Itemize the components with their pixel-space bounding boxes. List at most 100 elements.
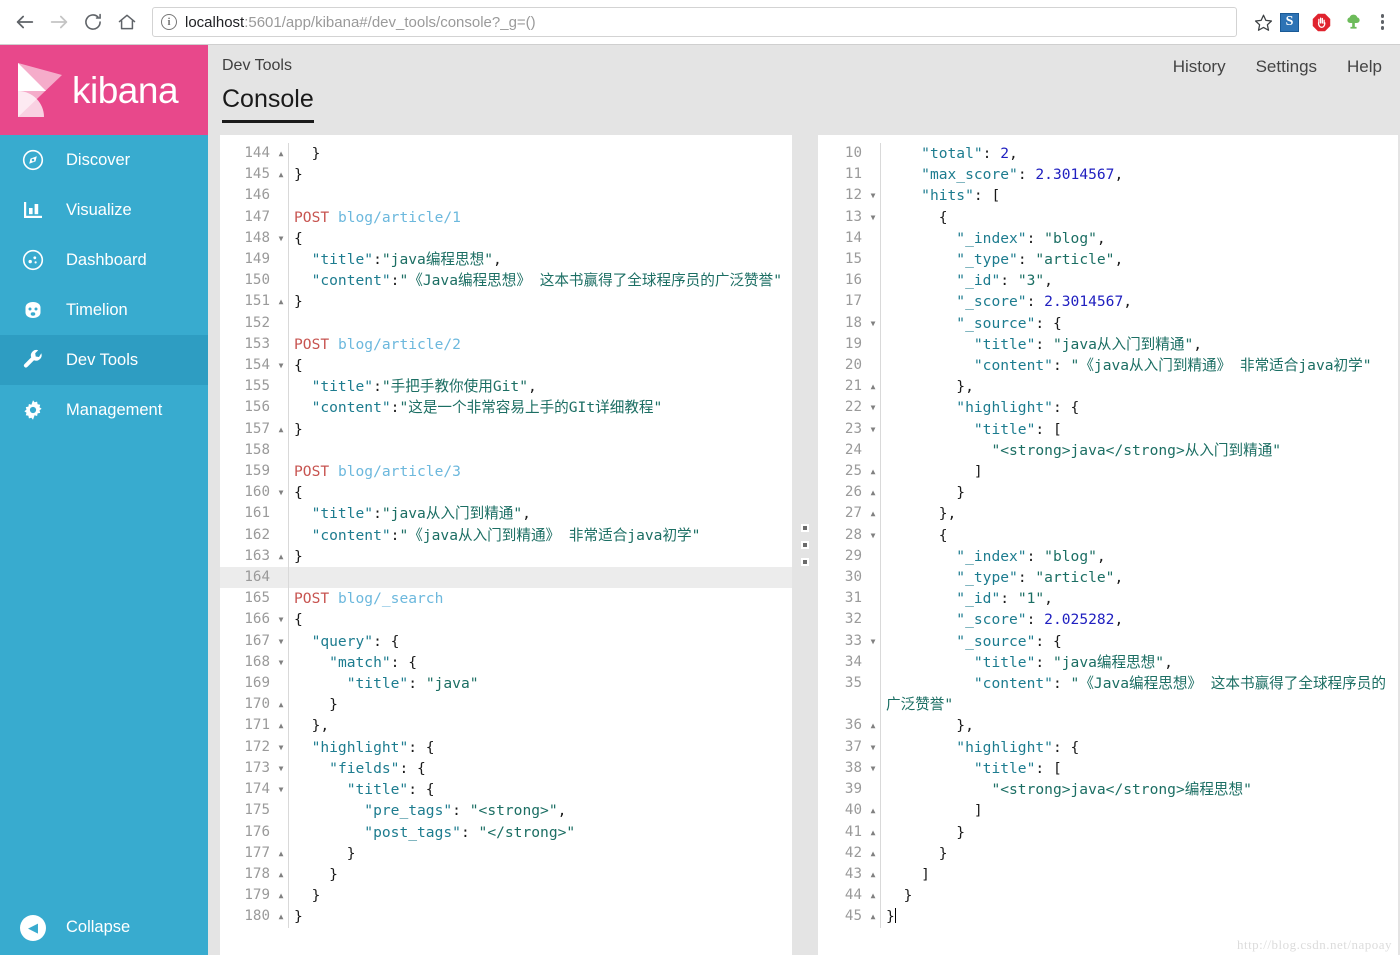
fold-open-icon[interactable]: ▼ [274, 758, 288, 779]
fold-close-icon[interactable]: ▲ [274, 546, 288, 567]
code-line[interactable]: 40 ▲ ] [818, 800, 1398, 822]
fold-open-icon[interactable]: ▼ [866, 419, 880, 440]
code-line[interactable]: 170 ▲ } [220, 694, 792, 716]
fold-close-icon[interactable]: ▲ [866, 822, 880, 843]
fold-open-icon[interactable]: ▼ [866, 758, 880, 779]
code-line[interactable]: 25 ▲ ] [818, 461, 1398, 483]
sidebar-item-timelion[interactable]: Timelion [0, 285, 208, 335]
code-line[interactable]: 160 ▼ { [220, 482, 792, 504]
code-line[interactable]: 144 ▲ } [220, 143, 792, 165]
code-line[interactable]: 175 "pre_tags": "<strong>", [220, 800, 792, 822]
sidebar-item-discover[interactable]: Discover [0, 135, 208, 185]
code-line[interactable]: 150 "content":"《Java编程思想》 这本书赢得了全球程序员的广泛… [220, 270, 792, 292]
pane-splitter[interactable] [792, 135, 818, 955]
code-line[interactable]: 154 ▼ { [220, 355, 792, 377]
fold-open-icon[interactable]: ▼ [274, 737, 288, 758]
fold-open-icon[interactable]: ▼ [274, 779, 288, 800]
collapse-button[interactable]: ◀ Collapse [0, 900, 208, 955]
code-line[interactable]: 24 "<strong>java</strong>从入门到精通" [818, 439, 1398, 462]
fold-close-icon[interactable]: ▲ [866, 906, 880, 927]
fold-close-icon[interactable]: ▲ [274, 843, 288, 864]
fold-close-icon[interactable]: ▲ [274, 291, 288, 312]
fold-close-icon[interactable]: ▲ [274, 864, 288, 885]
code-line[interactable]: 21 ▲ }, [818, 376, 1398, 398]
code-line[interactable]: 45 ▲} [818, 906, 1398, 928]
code-line[interactable]: 148 ▼ { [220, 227, 792, 250]
sidebar-item-visualize[interactable]: Visualize [0, 185, 208, 235]
code-line[interactable]: 156 "content":"这是一个非常容易上手的GIt详细教程" [220, 397, 792, 419]
code-line[interactable]: 146 [220, 185, 792, 207]
fold-close-icon[interactable]: ▲ [866, 715, 880, 736]
sidebar-item-dev-tools[interactable]: Dev Tools [0, 335, 208, 385]
sidebar-item-dashboard[interactable]: Dashboard [0, 235, 208, 285]
code-line[interactable]: 14 "_index": "blog", [818, 227, 1398, 250]
fold-open-icon[interactable]: ▼ [866, 397, 880, 418]
code-line[interactable]: 155 "title":"手把手教你使用Git", [220, 376, 792, 398]
fold-close-icon[interactable]: ▲ [274, 694, 288, 715]
code-line[interactable]: 177 ▲ } [220, 842, 792, 864]
code-line[interactable]: 28 ▼ { [818, 524, 1398, 546]
code-line[interactable]: 15 "_type": "article", [818, 249, 1398, 271]
code-line[interactable]: 161 "title":"java从入门到精通", [220, 503, 792, 525]
code-line[interactable]: 151 ▲} [220, 291, 792, 313]
code-line[interactable]: 164 [220, 567, 792, 589]
code-line[interactable]: 12 ▼ "hits": [ [818, 185, 1398, 207]
fold-close-icon[interactable]: ▲ [866, 376, 880, 397]
fold-open-icon[interactable]: ▼ [274, 228, 288, 249]
code-line[interactable]: 18 ▼ "_source": { [818, 312, 1398, 334]
fold-open-icon[interactable]: ▼ [274, 355, 288, 376]
browser-menu-icon[interactable] [1375, 14, 1395, 30]
fold-close-icon[interactable]: ▲ [274, 906, 288, 927]
fold-open-icon[interactable]: ▼ [866, 631, 880, 652]
code-line[interactable]: 147 POST blog/article/1 [220, 206, 792, 228]
fold-close-icon[interactable]: ▲ [866, 503, 880, 524]
code-line[interactable]: 11 "max_score": 2.3014567, [818, 164, 1398, 186]
code-line[interactable]: 176 "post_tags": "</strong>" [220, 821, 792, 843]
code-line[interactable]: 31 "_id": "1", [818, 588, 1398, 610]
code-line[interactable]: 27 ▲ }, [818, 503, 1398, 525]
fold-open-icon[interactable]: ▼ [274, 631, 288, 652]
code-line[interactable]: 34 "title": "java编程思想", [818, 651, 1398, 674]
extension-s-icon[interactable]: S [1279, 11, 1301, 33]
code-line[interactable]: 149 "title":"java编程思想", [220, 249, 792, 271]
fold-close-icon[interactable]: ▲ [274, 715, 288, 736]
code-line[interactable]: 39 "<strong>java</strong>编程思想" [818, 779, 1398, 801]
adblock-icon[interactable] [1311, 11, 1333, 33]
code-line[interactable]: 173 ▼ "fields": { [220, 757, 792, 780]
code-line[interactable]: 33 ▼ "_source": { [818, 630, 1398, 652]
code-line[interactable]: 32 "_score": 2.025282, [818, 609, 1398, 631]
code-line[interactable]: 13 ▼ { [818, 206, 1398, 228]
code-line[interactable]: 145 ▲} [220, 164, 792, 186]
fold-open-icon[interactable]: ▼ [274, 652, 288, 673]
code-line[interactable]: 36 ▲ }, [818, 715, 1398, 737]
fold-close-icon[interactable]: ▲ [866, 482, 880, 503]
code-line[interactable]: 174 ▼ "title": { [220, 779, 792, 801]
code-line[interactable]: 42 ▲ } [818, 842, 1398, 864]
fold-close-icon[interactable]: ▲ [274, 164, 288, 185]
fold-close-icon[interactable]: ▲ [274, 143, 288, 164]
code-line[interactable]: 17 "_score": 2.3014567, [818, 291, 1398, 313]
back-icon[interactable] [8, 5, 42, 39]
code-line[interactable]: 20 "content": "《java从入门到精通》 非常适合java初学" [818, 355, 1398, 377]
code-line[interactable]: 167 ▼ "query": { [220, 630, 792, 652]
code-line[interactable]: 180 ▲} [220, 906, 792, 928]
code-line[interactable]: 165 POST blog/_search [220, 588, 792, 610]
code-line[interactable]: 157 ▲} [220, 418, 792, 440]
code-line[interactable]: 152 [220, 312, 792, 334]
site-info-icon[interactable]: i [161, 14, 177, 30]
settings-link[interactable]: Settings [1256, 57, 1317, 77]
code-line[interactable]: 26 ▲ } [818, 482, 1398, 504]
tree-icon[interactable] [1343, 11, 1365, 33]
code-line[interactable]: 22 ▼ "highlight": { [818, 397, 1398, 419]
response-output-pane[interactable]: 10 "total": 2, 11 "max_score": 2.3014567,… [818, 135, 1398, 955]
code-line[interactable]: 30 "_type": "article", [818, 567, 1398, 589]
code-line[interactable]: 166 ▼ { [220, 609, 792, 631]
history-link[interactable]: History [1173, 57, 1226, 77]
reload-icon[interactable] [76, 5, 110, 39]
fold-open-icon[interactable]: ▼ [274, 609, 288, 630]
code-line[interactable]: 158 [220, 439, 792, 462]
code-line[interactable]: 168 ▼ "match": { [220, 651, 792, 674]
bookmark-star-icon[interactable] [1249, 7, 1279, 37]
code-line[interactable]: 171 ▲ }, [220, 715, 792, 737]
code-line[interactable]: 153 POST blog/article/2 [220, 333, 792, 356]
